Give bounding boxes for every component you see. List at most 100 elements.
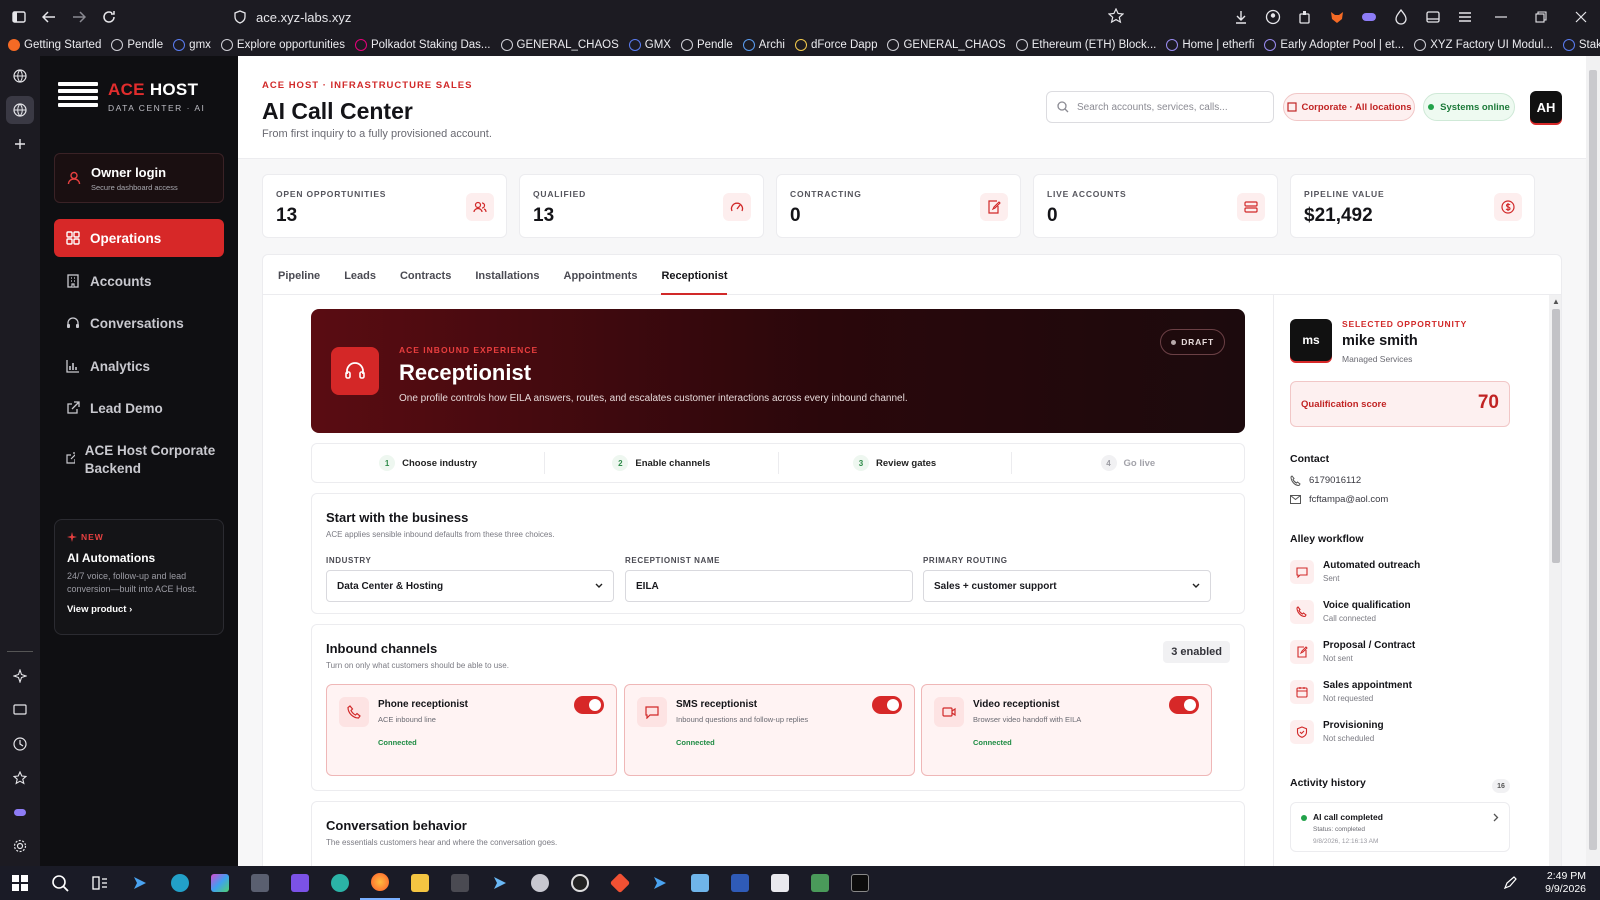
bookmarks-icon[interactable]	[6, 764, 34, 792]
detail-scrollbar[interactable]: ▲	[1549, 295, 1561, 866]
bookmark-item[interactable]: Home | etherfi	[1166, 39, 1254, 51]
step-enable-channels[interactable]: 2 Enable channels	[545, 452, 779, 474]
bookmark-item[interactable]: Pendle	[111, 39, 163, 51]
powershell-app-icon[interactable]	[720, 866, 760, 900]
step-review-gates[interactable]: 3 Review gates	[779, 452, 1012, 474]
bookmark-item[interactable]: Stake | ether.fan	[1562, 39, 1600, 51]
clipchamp-app-icon[interactable]	[280, 866, 320, 900]
bookmark-item[interactable]: XYZ Factory UI Modul...	[1414, 39, 1553, 51]
bookmark-item[interactable]: Polkadot Staking Das...	[354, 39, 491, 51]
bookmark-item[interactable]: gmx	[173, 39, 211, 51]
firefox-app-icon[interactable]	[360, 866, 400, 900]
forward-icon[interactable]	[64, 2, 94, 32]
contact-email[interactable]: fcftampa@aol.com	[1290, 494, 1388, 505]
globe-tab-icon[interactable]	[6, 96, 34, 124]
sidebar-panel-icon[interactable]	[1418, 2, 1448, 32]
bookmark-item[interactable]: GENERAL_CHAOS	[500, 39, 619, 51]
synced-tabs-icon[interactable]	[6, 696, 34, 724]
bookmark-star-icon[interactable]	[1108, 8, 1124, 24]
app-icon[interactable]	[760, 866, 800, 900]
new-tab-icon[interactable]	[6, 130, 34, 158]
search-box[interactable]	[1046, 91, 1274, 123]
game-extension-icon[interactable]	[1354, 2, 1384, 32]
scrollbar-thumb[interactable]	[1589, 70, 1597, 850]
account-icon[interactable]	[1258, 2, 1288, 32]
sms-receptionist-toggle[interactable]	[872, 696, 902, 714]
step-choose-industry[interactable]: 1 Choose industry	[312, 452, 546, 474]
search-icon[interactable]	[40, 866, 80, 900]
activity-item[interactable]: AI call completed Status: completed 9/8/…	[1290, 802, 1510, 852]
office-app-icon[interactable]	[200, 866, 240, 900]
back-icon[interactable]	[34, 2, 64, 32]
nav-analytics[interactable]: Analytics	[54, 347, 224, 385]
primary-routing-select[interactable]: Sales + customer support	[923, 570, 1211, 602]
nav-accounts[interactable]: Accounts	[54, 262, 224, 300]
tab-receptionist[interactable]: Receptionist	[661, 255, 728, 295]
terminal-app-icon[interactable]	[640, 866, 680, 900]
user-avatar[interactable]: AH	[1530, 91, 1562, 123]
close-icon[interactable]	[1562, 2, 1600, 32]
view-product-link[interactable]: View product ›	[67, 604, 211, 615]
bookmark-item[interactable]: Archi	[742, 39, 785, 51]
contact-phone[interactable]: 6179016112	[1290, 475, 1361, 486]
pen-tray-icon[interactable]	[1490, 866, 1530, 900]
terminal-app-icon[interactable]	[120, 866, 160, 900]
url-bar[interactable]: ace.xyz-labs.xyz	[234, 5, 1134, 29]
search-input[interactable]	[1077, 101, 1247, 113]
bookmark-item[interactable]: Explore opportunities	[220, 39, 345, 51]
edge-app-icon[interactable]	[160, 866, 200, 900]
receptionist-name-input[interactable]: EILA	[625, 570, 913, 602]
extensions-icon[interactable]	[1290, 2, 1320, 32]
scrollbar-thumb[interactable]	[1552, 309, 1560, 563]
app-icon[interactable]	[440, 866, 480, 900]
sidebar-toggle-icon[interactable]	[4, 2, 34, 32]
drop-extension-icon[interactable]	[1386, 2, 1416, 32]
phone-receptionist-toggle[interactable]	[574, 696, 604, 714]
bookmark-item[interactable]: Ethereum (ETH) Block...	[1015, 39, 1156, 51]
restore-icon[interactable]	[1522, 2, 1560, 32]
tab-installations[interactable]: Installations	[475, 255, 539, 295]
start-icon[interactable]	[0, 866, 40, 900]
bookmark-item[interactable]: Getting Started	[8, 39, 101, 51]
system-clock[interactable]: 2:49 PM 9/9/2026	[1545, 870, 1586, 896]
tab-leads[interactable]: Leads	[344, 255, 376, 295]
brand-logo[interactable]: ACE HOST DATA CENTER · AI	[58, 80, 205, 113]
tab-pipeline[interactable]: Pipeline	[278, 255, 320, 295]
terminal-app-icon[interactable]	[840, 866, 880, 900]
minimize-icon[interactable]	[1482, 2, 1520, 32]
tab-contracts[interactable]: Contracts	[400, 255, 451, 295]
settings-icon[interactable]	[6, 832, 34, 860]
download-icon[interactable]	[1226, 2, 1256, 32]
history-icon[interactable]	[6, 730, 34, 758]
location-selector[interactable]: Corporate · All locations	[1283, 93, 1415, 121]
globe-tab-icon[interactable]	[6, 62, 34, 90]
page-scrollbar[interactable]	[1586, 56, 1600, 866]
app-icon[interactable]	[320, 866, 360, 900]
terminal-app-icon[interactable]	[480, 866, 520, 900]
calculator-app-icon[interactable]	[240, 866, 280, 900]
tab-appointments[interactable]: Appointments	[564, 255, 638, 295]
bookmark-item[interactable]: GENERAL_CHAOS	[887, 39, 1006, 51]
nav-conversations[interactable]: Conversations	[54, 304, 224, 342]
game-extension-icon[interactable]	[6, 798, 34, 826]
menu-icon[interactable]	[1450, 2, 1480, 32]
owner-login-button[interactable]: Owner login Secure dashboard access	[54, 153, 224, 203]
bookmark-item[interactable]: dForce Dapp	[794, 39, 877, 51]
task-view-icon[interactable]	[80, 866, 120, 900]
bookmark-item[interactable]: Pendle	[680, 39, 733, 51]
app-icon[interactable]	[800, 866, 840, 900]
ai-sparkle-icon[interactable]	[6, 662, 34, 690]
scroll-up-icon[interactable]: ▲	[1552, 297, 1560, 306]
fox-extension-icon[interactable]	[1322, 2, 1352, 32]
reload-icon[interactable]	[94, 2, 124, 32]
obs-app-icon[interactable]	[560, 866, 600, 900]
git-app-icon[interactable]	[600, 866, 640, 900]
video-receptionist-toggle[interactable]	[1169, 696, 1199, 714]
industry-select[interactable]: Data Center & Hosting	[326, 570, 614, 602]
file-explorer-icon[interactable]	[400, 866, 440, 900]
bookmark-item[interactable]: Early Adopter Pool | et...	[1264, 39, 1404, 51]
app-icon[interactable]	[520, 866, 560, 900]
bookmark-item[interactable]: GMX	[628, 39, 671, 51]
nav-operations[interactable]: Operations	[54, 219, 224, 257]
step-go-live[interactable]: 4 Go live	[1012, 452, 1244, 474]
